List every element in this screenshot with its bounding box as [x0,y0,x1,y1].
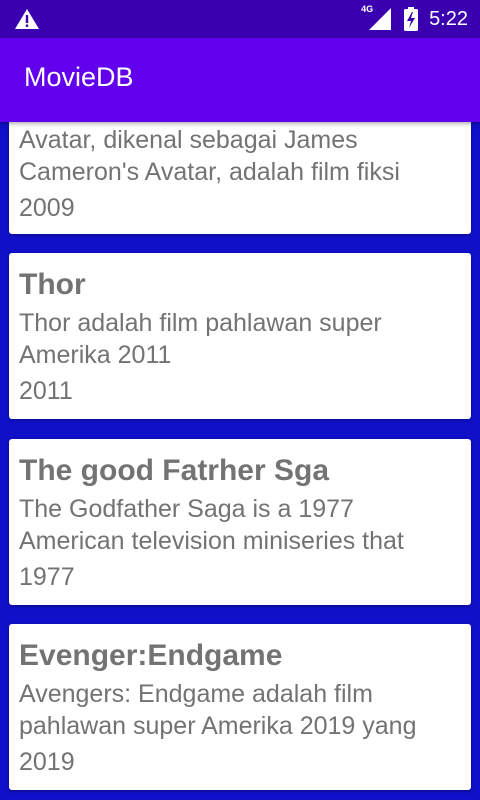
movie-description: Thor adalah film pahlawan super Amerika … [19,309,382,369]
battery-charging-icon [403,6,419,32]
movie-list[interactable]: Avatar, dikenal sebagai James Cameron's … [0,122,480,800]
movie-title: Evenger:Endgame [19,639,283,672]
movie-card[interactable]: Evenger:Endgame Avengers: Endgame adalah… [9,624,471,790]
movie-year: 2019 [19,748,75,776]
movie-card[interactable]: Thor Thor adalah film pahlawan super Ame… [9,253,471,419]
status-bar: 4G 5:22 [0,0,480,38]
movie-year: 1977 [19,563,75,591]
movie-year: 2009 [19,194,75,222]
movie-year: 2011 [19,377,73,405]
app-screen: 4G 5:22 MovieDB Avatar, dikenal sebagai … [0,0,480,800]
movie-description: Avengers: Endgame adalah film pahlawan s… [19,680,417,740]
movie-card[interactable]: The good Fatrher Sga The Godfather Saga … [9,439,471,605]
movie-title: Thor [19,268,86,301]
movie-description: Avatar, dikenal sebagai James Cameron's … [19,126,400,186]
movie-title: The good Fatrher Sga [19,454,330,487]
status-time: 5:22 [429,7,468,30]
app-bar: MovieDB [0,38,480,122]
app-title: MovieDB [24,62,134,92]
network-type-label: 4G [361,4,374,14]
status-icons: 4G 5:22 [361,0,468,38]
signal-icon: 4G [361,4,393,32]
movie-card[interactable]: Avatar, dikenal sebagai James Cameron's … [9,122,471,234]
movie-description: The Godfather Saga is a 1977 American te… [19,495,404,555]
warning-icon [14,6,40,32]
